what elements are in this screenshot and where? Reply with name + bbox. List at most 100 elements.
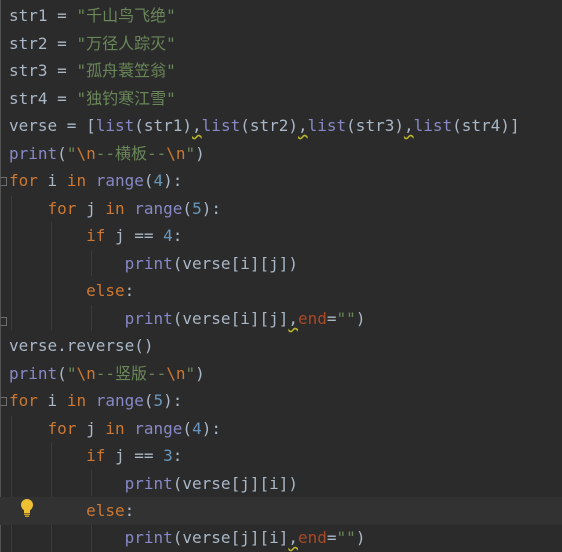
code-line-7[interactable]: for i in range(4):	[9, 169, 182, 193]
number: 5	[153, 391, 164, 410]
builtin-print: print	[9, 144, 58, 163]
code-line-10[interactable]: print(verse[i][j])	[9, 252, 298, 276]
builtin-list: list	[413, 116, 453, 135]
builtin-print: print	[9, 364, 58, 383]
keyword-in: in	[105, 199, 125, 218]
condition: j ==	[105, 446, 164, 465]
variable-name: str2	[9, 34, 48, 53]
number: 4	[153, 171, 164, 190]
keyword-in: in	[66, 391, 87, 410]
call-args: (verse[i][j])	[172, 254, 298, 273]
number: 3	[163, 446, 173, 465]
code-line-5[interactable]: verse = [list(str1),list(str2),list(str3…	[9, 114, 520, 138]
string-literal: 万径人踪灭	[86, 34, 167, 53]
loop-variable: j	[76, 199, 106, 218]
method-call: verse.reverse()	[9, 336, 154, 355]
string-quote: "	[185, 364, 196, 383]
colon: :	[172, 226, 183, 245]
paren: )	[355, 528, 366, 547]
builtin-range: range	[134, 199, 183, 218]
string-quote: "	[185, 144, 196, 163]
lightbulb-icon[interactable]	[19, 498, 35, 523]
code-line-4[interactable]: str4 = "独钓寒江雪"	[9, 87, 176, 111]
code-line-3[interactable]: str3 = "孤舟蓑笠翁"	[9, 59, 176, 83]
code-line-17[interactable]: if j == 3:	[9, 444, 182, 468]
equals: =	[326, 528, 337, 547]
call-args: (verse[j][i]	[172, 528, 289, 547]
colon: :	[124, 281, 135, 300]
keyword-if: if	[86, 446, 106, 465]
call-args: (str1)	[134, 116, 193, 135]
string-literal: ""	[336, 309, 356, 328]
builtin-print: print	[124, 309, 173, 328]
paren: ):	[163, 171, 183, 190]
string-quote: "	[166, 34, 176, 53]
code-line-14[interactable]: print("\n--竖版--\n")	[9, 362, 205, 386]
comma-warning: ,	[192, 116, 202, 135]
string-literal: 孤舟蓑笠翁	[86, 61, 167, 80]
builtin-list: list	[307, 116, 347, 135]
code-line-15[interactable]: for i in range(5):	[9, 389, 182, 413]
paren: (	[182, 199, 193, 218]
string-literal: --竖版--	[95, 364, 167, 383]
number: 5	[192, 199, 202, 218]
operator: =	[47, 89, 77, 108]
builtin-print: print	[124, 528, 173, 547]
code-line-12[interactable]: print(verse[i][j],end="")	[9, 307, 366, 331]
code-line-2[interactable]: str2 = "万径人踪灭"	[9, 32, 176, 56]
call-args: (str3)	[346, 116, 404, 135]
keyword-for: for	[9, 391, 38, 410]
gutter-border	[0, 0, 1, 552]
code-line-1[interactable]: str1 = "千山鸟飞绝"	[9, 4, 176, 28]
builtin-print: print	[124, 254, 173, 273]
code-line-8[interactable]: for j in range(5):	[9, 197, 221, 221]
paren: )	[355, 309, 366, 328]
fold-marker[interactable]	[1, 397, 7, 406]
code-editor[interactable]: str1 = "千山鸟飞绝" str2 = "万径人踪灭" str3 = "孤舟…	[0, 0, 562, 552]
fold-marker[interactable]	[1, 317, 7, 326]
comma-warning: ,	[288, 309, 298, 328]
builtin-range: range	[95, 391, 144, 410]
paren: (	[143, 171, 154, 190]
code-line-11[interactable]: else:	[9, 279, 134, 303]
builtin-range: range	[134, 419, 183, 438]
keyword-else: else	[86, 501, 125, 520]
paren: )	[195, 144, 205, 163]
keyword-else: else	[86, 281, 125, 300]
fold-marker[interactable]	[1, 177, 7, 186]
keyword-in: in	[105, 419, 125, 438]
escape-sequence: \n	[76, 364, 96, 383]
colon: :	[172, 446, 183, 465]
code-line-16[interactable]: for j in range(4):	[9, 417, 221, 441]
keyword-argument: end	[298, 309, 327, 328]
string-quote: "	[166, 6, 176, 25]
string-literal: 千山鸟飞绝	[86, 6, 167, 25]
escape-sequence: \n	[166, 364, 186, 383]
operator: =	[47, 61, 77, 80]
code-line-18[interactable]: print(verse[j][i])	[9, 472, 298, 496]
string-quote: "	[166, 89, 176, 108]
code-line-20[interactable]: print(verse[j][i],end="")	[9, 526, 366, 550]
keyword-argument: end	[298, 528, 327, 547]
paren: ):	[163, 391, 183, 410]
escape-sequence: \n	[76, 144, 96, 163]
code-line-13[interactable]: verse.reverse()	[9, 334, 154, 358]
colon: :	[124, 501, 135, 520]
paren: ):	[201, 199, 221, 218]
call-args: (str4)]	[452, 116, 520, 135]
keyword-for: for	[47, 199, 77, 218]
assignment: verse = [	[9, 116, 96, 135]
code-line-9[interactable]: if j == 4:	[9, 224, 182, 248]
code-line-6[interactable]: print("\n--横板--\n")	[9, 142, 205, 166]
loop-variable: j	[76, 419, 106, 438]
